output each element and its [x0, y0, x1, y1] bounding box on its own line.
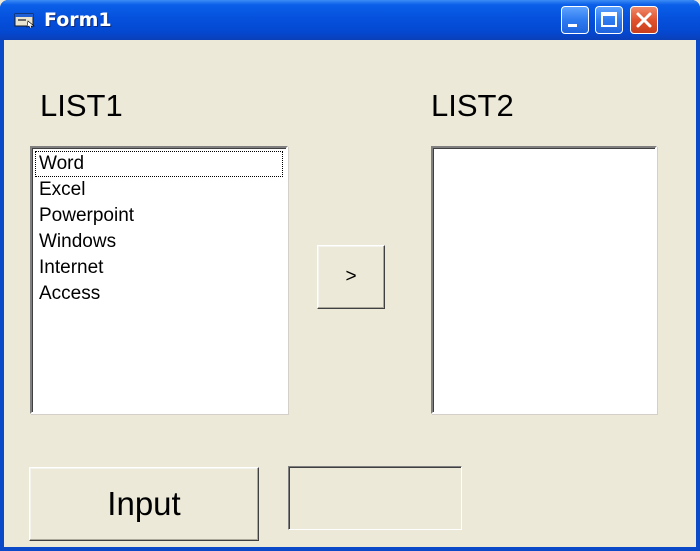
close-icon	[636, 12, 652, 28]
form1-window: Form1 LIST1 LIST2 Word Excel Powerpoint Win…	[0, 0, 700, 551]
list1-item[interactable]: Access	[35, 281, 286, 307]
minimize-icon	[568, 24, 577, 27]
title-bar[interactable]: Form1	[0, 0, 700, 40]
list1-item[interactable]: Excel	[35, 177, 286, 203]
list1-item[interactable]: Word	[35, 151, 283, 177]
list2-items	[433, 148, 655, 151]
maximize-button[interactable]	[595, 6, 623, 34]
maximize-icon	[601, 12, 617, 27]
list1-listbox[interactable]: Word Excel Powerpoint Windows Internet Access	[30, 146, 288, 414]
form-icon	[14, 12, 36, 29]
list1-item[interactable]: Powerpoint	[35, 203, 286, 229]
input-textbox[interactable]	[288, 466, 462, 530]
list1-item[interactable]: Internet	[35, 255, 286, 281]
list2-label: LIST2	[431, 88, 514, 123]
list1-item[interactable]: Windows	[35, 229, 286, 255]
minimize-button[interactable]	[561, 6, 589, 34]
list1-items: Word Excel Powerpoint Windows Internet Access	[32, 148, 286, 307]
window-title: Form1	[44, 9, 112, 31]
form-client-area: LIST1 LIST2 Word Excel Powerpoint Windows In…	[4, 40, 696, 547]
close-button[interactable]	[630, 6, 658, 34]
list1-label: LIST1	[40, 88, 123, 123]
move-right-button[interactable]: >	[317, 245, 385, 309]
input-button[interactable]: Input	[29, 467, 259, 541]
list2-listbox[interactable]	[431, 146, 657, 414]
